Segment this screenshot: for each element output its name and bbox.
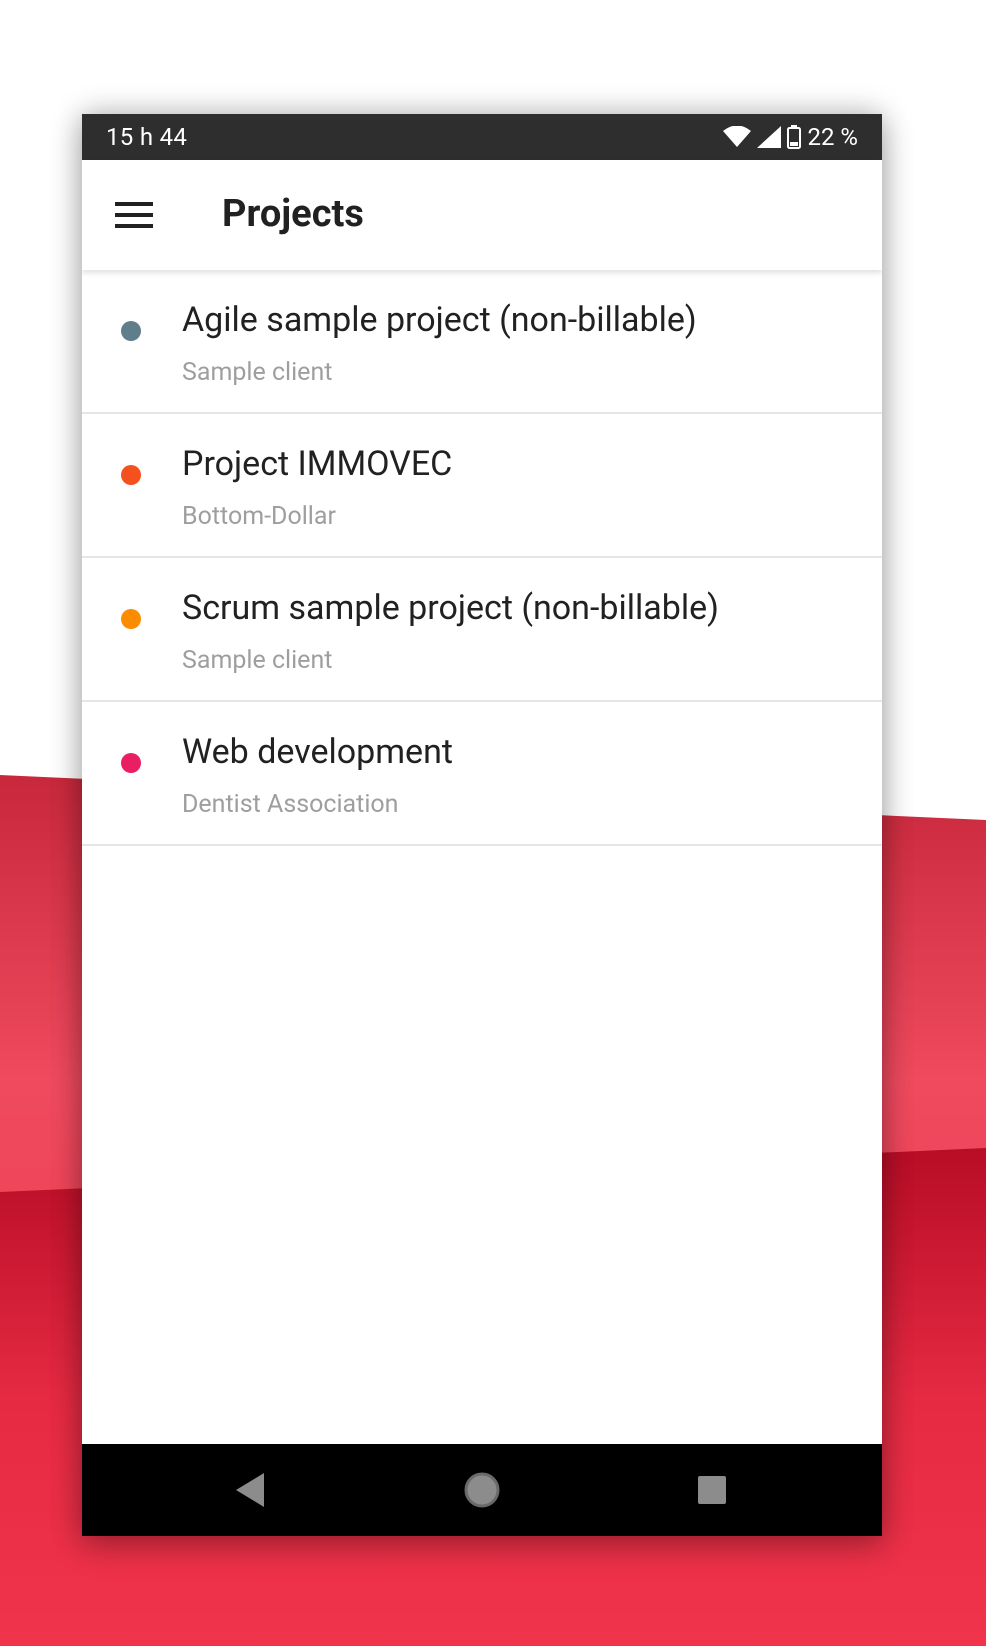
app-bar: Projects — [82, 160, 882, 270]
project-item[interactable]: Scrum sample project (non-billable) Samp… — [82, 558, 882, 702]
project-client: Sample client — [182, 646, 333, 675]
back-icon[interactable] — [226, 1466, 274, 1514]
signal-icon — [757, 126, 782, 148]
battery-percent: 22 % — [807, 123, 858, 151]
status-time: 15 h 44 — [106, 123, 188, 151]
project-item[interactable]: Agile sample project (non-billable) Samp… — [82, 270, 882, 414]
status-bar: 15 h 44 22 % — [82, 114, 882, 160]
project-list: Agile sample project (non-billable) Samp… — [82, 270, 882, 846]
project-client: Bottom-Dollar — [182, 502, 336, 531]
wifi-icon — [723, 126, 752, 148]
system-nav-bar — [82, 1444, 882, 1536]
page-title: Projects — [222, 192, 364, 236]
project-item[interactable]: Web development Dentist Association — [82, 702, 882, 846]
home-icon[interactable] — [458, 1466, 506, 1514]
project-name: Web development — [182, 732, 453, 772]
status-icons: 22 % — [723, 123, 858, 151]
project-name: Agile sample project (non-billable) — [182, 300, 697, 340]
project-color-dot — [121, 753, 141, 773]
project-client: Dentist Association — [182, 790, 399, 819]
project-color-dot — [121, 321, 141, 341]
battery-icon — [787, 125, 802, 149]
hamburger-menu-icon[interactable] — [110, 191, 158, 239]
project-color-dot — [121, 609, 141, 629]
project-client: Sample client — [182, 358, 333, 387]
project-item[interactable]: Project IMMOVEC Bottom-Dollar — [82, 414, 882, 558]
phone-screen: 15 h 44 22 % Projects Agile sample proje… — [82, 114, 882, 1536]
project-name: Project IMMOVEC — [182, 444, 453, 484]
project-name: Scrum sample project (non-billable) — [182, 588, 719, 628]
project-color-dot — [121, 465, 141, 485]
recents-icon[interactable] — [688, 1466, 736, 1514]
